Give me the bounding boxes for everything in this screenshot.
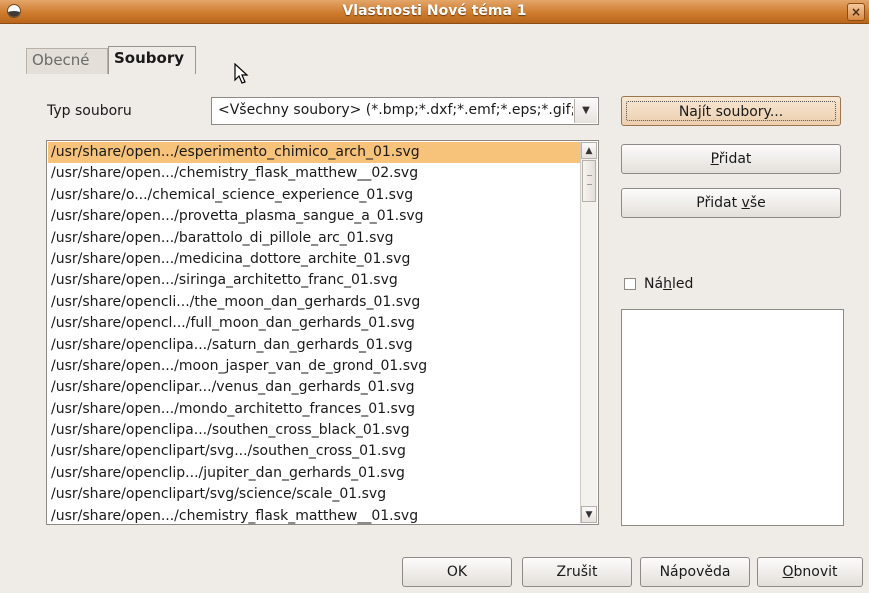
find-label-before: Na bbox=[678, 104, 698, 120]
preview-checkbox[interactable]: Náhled bbox=[624, 276, 693, 292]
preview-label-before: Ná bbox=[644, 276, 664, 292]
add-all-label-key: v bbox=[741, 195, 750, 211]
ok-button[interactable]: OK bbox=[402, 557, 512, 587]
list-item[interactable]: /usr/share/open.../moon_jasper_van_de_gr… bbox=[48, 356, 580, 377]
list-item[interactable]: /usr/share/openclipa.../saturn_dan_gerha… bbox=[48, 335, 580, 356]
file-list-scrollbar[interactable]: ▲ ▼ bbox=[580, 142, 597, 523]
mouse-cursor-icon bbox=[234, 63, 249, 84]
add-button[interactable]: Přidat bbox=[621, 144, 841, 174]
add-all-label-before: Přidat bbox=[696, 195, 742, 211]
cancel-button[interactable]: Zrušit bbox=[522, 557, 632, 587]
scroll-up-icon[interactable]: ▲ bbox=[581, 142, 597, 159]
list-item[interactable]: /usr/share/openclipar.../venus_dan_gerha… bbox=[48, 377, 580, 398]
list-item[interactable]: /usr/share/openclip.../jupiter_dan_gerha… bbox=[48, 463, 580, 484]
list-item[interactable]: /usr/share/o.../chemical_science_experie… bbox=[48, 185, 580, 206]
list-item[interactable]: /usr/share/openclipart/svg.../southen_cr… bbox=[48, 441, 580, 462]
preview-label-after: led bbox=[671, 276, 694, 292]
list-item[interactable]: /usr/share/open.../esperimento_chimico_a… bbox=[48, 142, 580, 164]
reset-label-key: O bbox=[782, 564, 794, 580]
list-item[interactable]: /usr/share/open.../chemistry_flask_matth… bbox=[48, 163, 580, 184]
file-list-items: /usr/share/open.../esperimento_chimico_a… bbox=[48, 142, 580, 524]
find-label-after: ít soubory... bbox=[701, 104, 784, 120]
preview-area bbox=[621, 309, 844, 526]
close-button[interactable]: × bbox=[847, 3, 865, 21]
add-all-label-after: še bbox=[749, 195, 766, 211]
title-bar[interactable]: Vlastnosti Nové téma 1 × bbox=[0, 0, 869, 24]
list-item[interactable]: /usr/share/open.../chemistry_flask_matth… bbox=[48, 506, 580, 524]
add-label-after: řidat bbox=[718, 151, 752, 167]
scroll-thumb[interactable] bbox=[582, 160, 596, 202]
reset-label-after: bnovit bbox=[793, 564, 838, 580]
list-item[interactable]: /usr/share/open.../mondo_architetto_fran… bbox=[48, 399, 580, 420]
preview-label: Náhled bbox=[644, 276, 693, 292]
window-title: Vlastnosti Nové téma 1 bbox=[342, 3, 527, 19]
list-item[interactable]: /usr/share/open.../medicina_dottore_arch… bbox=[48, 249, 580, 270]
grip-icon bbox=[587, 175, 592, 185]
list-item[interactable]: /usr/share/opencli.../the_moon_dan_gerha… bbox=[48, 292, 580, 313]
list-item[interactable]: /usr/share/open.../provetta_plasma_sangu… bbox=[48, 206, 580, 227]
add-all-button[interactable]: Přidat vše bbox=[621, 188, 841, 218]
filetype-value: <Všechny soubory> (*.bmp;*.dxf;*.emf;*.e… bbox=[218, 102, 573, 118]
list-item[interactable]: /usr/share/opencl.../full_moon_dan_gerha… bbox=[48, 313, 580, 334]
filetype-label: Typ souboru bbox=[47, 103, 132, 119]
preview-label-key: h bbox=[663, 276, 672, 292]
scroll-down-icon[interactable]: ▼ bbox=[581, 506, 597, 523]
tab-files[interactable]: Soubory bbox=[108, 46, 196, 74]
list-item[interactable]: /usr/share/open.../barattolo_di_pillole_… bbox=[48, 228, 580, 249]
help-button[interactable]: Nápověda bbox=[640, 557, 750, 587]
list-item[interactable]: /usr/share/openclipa.../southen_cross_bl… bbox=[48, 420, 580, 441]
checkbox-icon[interactable] bbox=[624, 278, 636, 290]
reset-button[interactable]: Obnovit bbox=[757, 557, 863, 587]
filetype-dropdown[interactable]: <Všechny soubory> (*.bmp;*.dxf;*.emf;*.e… bbox=[211, 97, 599, 125]
chevron-down-icon[interactable]: ▼ bbox=[574, 99, 597, 123]
tab-general[interactable]: Obecné bbox=[26, 48, 108, 74]
file-list[interactable]: /usr/share/open.../esperimento_chimico_a… bbox=[46, 140, 599, 525]
focus-ring: Najít soubory... bbox=[626, 101, 836, 121]
list-item[interactable]: /usr/share/open.../siringa_architetto_fr… bbox=[48, 270, 580, 291]
list-item[interactable]: /usr/share/openclipart/svg/science/scale… bbox=[48, 484, 580, 505]
add-label-key: P bbox=[710, 151, 719, 167]
find-files-button[interactable]: Najít soubory... bbox=[621, 96, 841, 126]
